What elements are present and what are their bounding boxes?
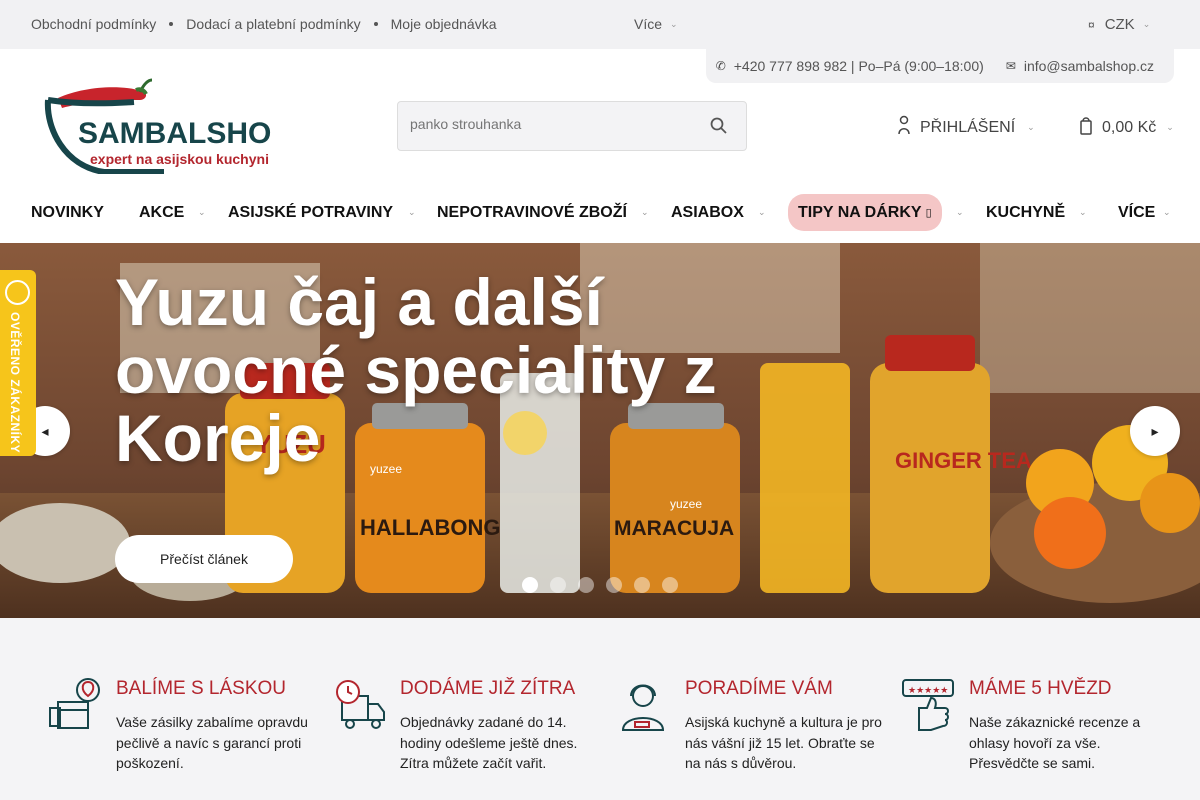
five-stars-thumb-icon: ★★★★★ [902,679,954,731]
nav-item-akce[interactable]: AKCE [139,194,184,231]
slider-dot-1[interactable] [522,577,538,593]
support-agent-icon [621,684,665,731]
separator-dot [169,22,174,26]
chevron-down-icon: ⌄ [1163,207,1171,217]
benefits-section: BALÍME S LÁSKOU Vaše zásilky zabalíme op… [0,618,1200,800]
contact-email[interactable]: info@sambalshop.cz [1024,58,1154,74]
verified-customers-badge[interactable]: OVĚŘENO ZÁKAZNÍKY [0,270,36,456]
benefit-title: MÁME 5 HVĚZD [969,678,1112,699]
email-icon: ✉ [1005,59,1016,73]
benefit-text: Vaše zásilky zabalíme opravdu pečlivě a … [116,714,308,771]
benefit-text: Objednávky zadané do 14. hodiny odešleme… [400,714,578,771]
link-my-order[interactable]: Moje objednávka [391,16,497,32]
chevron-down-icon: ⌄ [956,207,964,217]
jar-label-hallabong: HALLABONG [360,515,501,540]
currency-icon: ¤ [1088,17,1095,32]
nav-item-kitchen[interactable]: KUCHYNĚ [986,194,1065,231]
chevron-down-icon: ⌄ [408,207,416,217]
nav-item-more[interactable]: VÍCE [1118,194,1155,231]
nav-item-novinky[interactable]: NOVINKY [31,194,104,231]
svg-text:★★★★★: ★★★★★ [908,686,948,696]
benefit-title: BALÍME S LÁSKOU [116,678,287,699]
chevron-down-icon: ⌄ [641,207,649,217]
nav-label: ASIABOX [671,203,744,221]
nav-label: NEPOTRAVINOVÉ ZBOŽÍ [437,203,627,221]
nav-label: TIPY NA DÁRKY [798,203,922,221]
main-nav: NOVINKY AKCE ⌄ ASIJSKÉ POTRAVINY ⌄ NEPOT… [0,194,1200,231]
nav-label: NOVINKY [31,203,104,221]
slider-dot-3[interactable] [578,577,594,593]
gift-icon: ▯ [925,207,932,219]
cart-total: 0,00 Kč [1102,118,1157,136]
site-logo[interactable]: SAMBALSHOP expert na asijskou kuchyni [44,78,291,175]
hero-title: Yuzu čaj a další ovocné speciality z Kor… [115,265,717,475]
cart-link[interactable]: 0,00 Kč ⌄ [1080,115,1174,140]
chevron-right-icon: ▸ [1151,422,1159,439]
top-links: Obchodní podmínky Dodací a platební podm… [31,16,497,32]
jar-label-ginger: GINGER TEA [895,448,1032,473]
chevron-down-icon: ⌄ [1027,122,1035,132]
login-label: PŘIHLÁŠENÍ [920,118,1016,136]
top-more-menu[interactable]: Více ⌄ [634,16,678,32]
top-more-label: Více [634,16,663,32]
nav-label: ASIJSKÉ POTRAVINY [228,203,394,221]
chevron-down-icon: ⌄ [758,207,766,217]
currency-label: CZK [1104,16,1135,33]
top-bar: Obchodní podmínky Dodací a platební podm… [0,0,1200,49]
read-article-button[interactable]: Přečíst článek [115,535,293,583]
search-box [397,101,747,151]
benefit-title: PORADÍME VÁM [685,678,833,699]
contact-phone[interactable]: +420 777 898 982 | Po–Pá (9:00–18:00) [734,58,984,74]
slider-dot-2[interactable] [550,577,566,593]
currency-selector[interactable]: ¤ CZK ⌄ [1088,16,1150,33]
slider-dot-5[interactable] [634,577,650,593]
chevron-down-icon: ⌄ [198,207,206,217]
chevron-down-icon: ⌄ [1079,207,1087,217]
nav-label: KUCHYNĚ [986,203,1066,221]
nav-item-non-food[interactable]: NEPOTRAVINOVÉ ZBOŽÍ [437,194,627,231]
search-input[interactable] [410,116,700,132]
link-delivery-terms[interactable]: Dodací a platební podmínky [186,16,360,32]
chevron-down-icon: ⌄ [1142,19,1151,29]
delivery-truck-icon [336,680,385,729]
benefit-title: DODÁME JIŽ ZÍTRA [400,678,576,699]
verified-badge-label: OVĚŘENO ZÁKAZNÍKY [8,312,22,454]
jar-label-maracuja: MARACUJA [614,517,734,540]
separator-dot [373,22,378,26]
logo-text: SAMBALSHOP [78,117,272,150]
chevron-down-icon: ⌄ [1166,122,1174,132]
search-icon[interactable] [710,117,728,140]
chevron-down-icon: ⌄ [670,18,678,29]
package-heart-icon [49,678,100,729]
slider-dot-6[interactable] [662,577,678,593]
benefit-text: Naše zákaznické recenze a ohlasy hovoří … [969,714,1141,771]
cart-icon [1080,115,1092,140]
slider-next-button[interactable]: ▸ [1130,406,1180,456]
contact-bar: ✆ +420 777 898 982 | Po–Pá (9:00–18:00) … [706,49,1174,83]
slider-dot-4[interactable] [606,577,622,593]
nav-item-gift-tips[interactable]: TIPY NA DÁRKY ▯ [788,194,942,231]
benefit-text: Asijská kuchyně a kultura je pro nás váš… [685,714,882,771]
nav-label: AKCE [139,203,185,221]
phone-icon: ✆ [715,59,726,73]
verified-seal-icon [5,280,30,305]
nav-item-asian-food[interactable]: ASIJSKÉ POTRAVINY [228,194,393,231]
logo-tagline: expert na asijskou kuchyni [90,151,269,167]
nav-label: VÍCE [1118,203,1156,221]
user-icon [898,115,910,140]
chevron-left-icon: ◂ [41,422,49,439]
nav-item-asiabox[interactable]: ASIABOX [671,194,744,231]
link-terms[interactable]: Obchodní podmínky [31,16,156,32]
jar-brand-2: yuzee [670,497,702,511]
login-link[interactable]: PŘIHLÁŠENÍ ⌄ [898,115,1035,140]
slider-dots [522,577,690,593]
logo-image: SAMBALSHOP expert na asijskou kuchyni [44,78,291,175]
